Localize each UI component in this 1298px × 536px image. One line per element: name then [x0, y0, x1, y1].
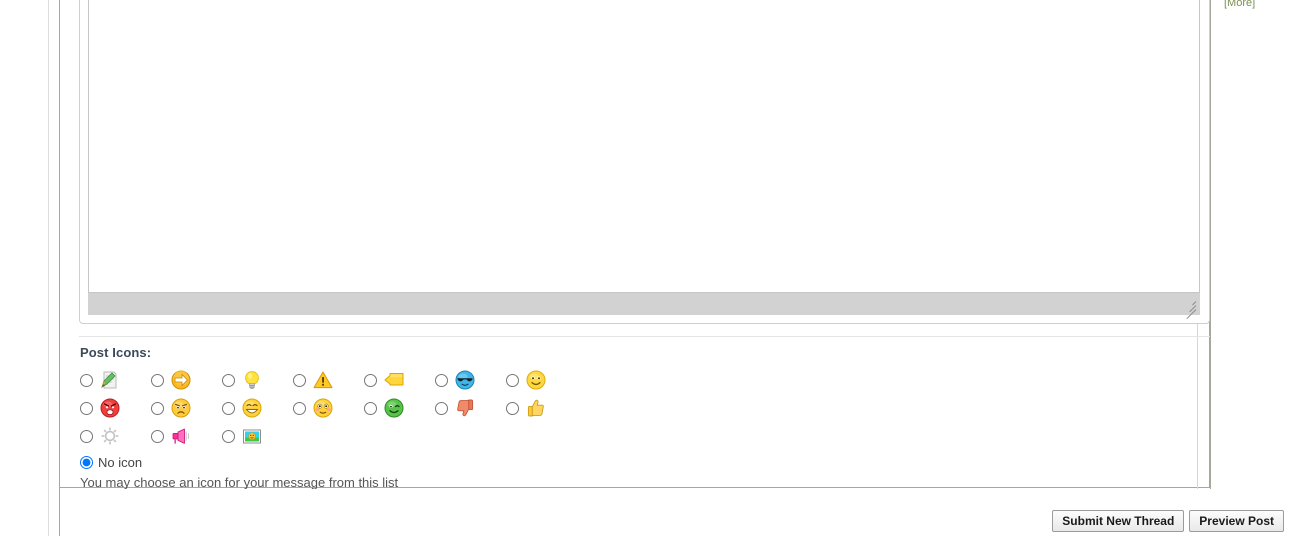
winking-face-icon	[383, 397, 405, 419]
editor-statusbar	[88, 293, 1200, 320]
page-left-rail-outer	[48, 0, 49, 536]
post-icon-radio[interactable]	[80, 401, 93, 415]
post-icon-option-grin[interactable]	[221, 394, 292, 422]
post-icons-title: Post Icons:	[80, 345, 152, 360]
post-icon-radio[interactable]	[506, 401, 519, 415]
message-editor-inner	[88, 0, 1200, 320]
post-icon-option-megaphone[interactable]	[150, 422, 221, 450]
post-icon-radio[interactable]	[222, 373, 235, 387]
post-icons-row	[79, 394, 1210, 422]
post-icon-radio[interactable]	[506, 373, 519, 387]
new-thread-form-page: [More] Post Icons: No icon You may choos…	[0, 0, 1298, 536]
thumbs-up-icon	[525, 397, 547, 419]
post-icon-option-sad[interactable]	[150, 394, 221, 422]
post-icon-radio[interactable]	[364, 373, 377, 387]
post-icon-radio[interactable]	[80, 429, 93, 443]
post-icon-radio[interactable]	[435, 373, 448, 387]
post-icon-option-thumbs-down[interactable]	[434, 394, 505, 422]
post-icon-radio[interactable]	[435, 401, 448, 415]
post-icon-radio[interactable]	[293, 373, 306, 387]
post-icon-radio[interactable]	[222, 429, 235, 443]
lightbulb-icon	[241, 369, 263, 391]
no-icon-label: No icon	[98, 454, 143, 470]
post-icon-radio[interactable]	[151, 401, 164, 415]
message-editor-container	[79, 0, 1210, 324]
submit-new-thread-button[interactable]: Submit New Thread	[1052, 510, 1185, 532]
cool-sunglasses-face-icon	[454, 369, 476, 391]
post-icons-grid	[79, 366, 1210, 450]
post-icons-help-text: You may choose an icon for your message …	[80, 475, 399, 490]
gear-icon	[99, 425, 121, 447]
post-icon-option-angry[interactable]	[79, 394, 150, 422]
post-icon-option-speech-bubble[interactable]	[363, 366, 434, 394]
post-icon-option-cool-face[interactable]	[434, 366, 505, 394]
notepad-pencil-icon	[99, 369, 121, 391]
post-icon-option-arrow-right[interactable]	[150, 366, 221, 394]
picture-icon	[241, 425, 263, 447]
embarrassed-face-icon	[312, 397, 334, 419]
post-icon-option-warning[interactable]	[292, 366, 363, 394]
post-icons-row	[79, 366, 1210, 394]
post-icons-section: Post Icons: No icon You may choose an ic…	[79, 336, 1210, 490]
post-icons-row	[79, 422, 1210, 450]
arrow-right-icon	[170, 369, 192, 391]
post-icon-radio[interactable]	[293, 401, 306, 415]
message-textarea[interactable]	[88, 0, 1200, 293]
post-icon-radio[interactable]	[151, 429, 164, 443]
warning-triangle-icon	[312, 369, 334, 391]
post-icon-option-thumbs-up[interactable]	[505, 394, 576, 422]
post-icon-option-none[interactable]: No icon	[79, 452, 1210, 472]
post-icon-option-notepad-pencil[interactable]	[79, 366, 150, 394]
post-icon-option-embarrassed[interactable]	[292, 394, 363, 422]
sad-face-icon	[170, 397, 192, 419]
panel-right-rail	[1210, 0, 1211, 489]
thumbs-down-icon	[454, 397, 476, 419]
editor-resize-grip[interactable]	[1182, 298, 1197, 320]
smiley-face-icon	[525, 369, 547, 391]
post-icon-option-gear[interactable]	[79, 422, 150, 450]
megaphone-icon	[170, 425, 192, 447]
post-icon-radio[interactable]	[364, 401, 377, 415]
post-icon-radio[interactable]	[222, 401, 235, 415]
form-button-group: Submit New Thread Preview Post	[1052, 510, 1284, 532]
post-icon-radio[interactable]	[151, 373, 164, 387]
form-button-bar: Submit New Thread Preview Post	[60, 489, 1298, 536]
no-icon-radio[interactable]	[80, 455, 93, 469]
angry-face-icon	[99, 397, 121, 419]
post-icon-option-lightbulb[interactable]	[221, 366, 292, 394]
post-icon-option-smiley[interactable]	[505, 366, 576, 394]
more-link[interactable]: [More]	[1224, 0, 1255, 9]
grinning-face-icon	[241, 397, 263, 419]
preview-post-button[interactable]: Preview Post	[1189, 510, 1284, 532]
post-icon-option-wink[interactable]	[363, 394, 434, 422]
post-icon-option-picture[interactable]	[221, 422, 292, 450]
post-icon-radio[interactable]	[80, 373, 93, 387]
speech-bubble-icon	[383, 369, 405, 391]
